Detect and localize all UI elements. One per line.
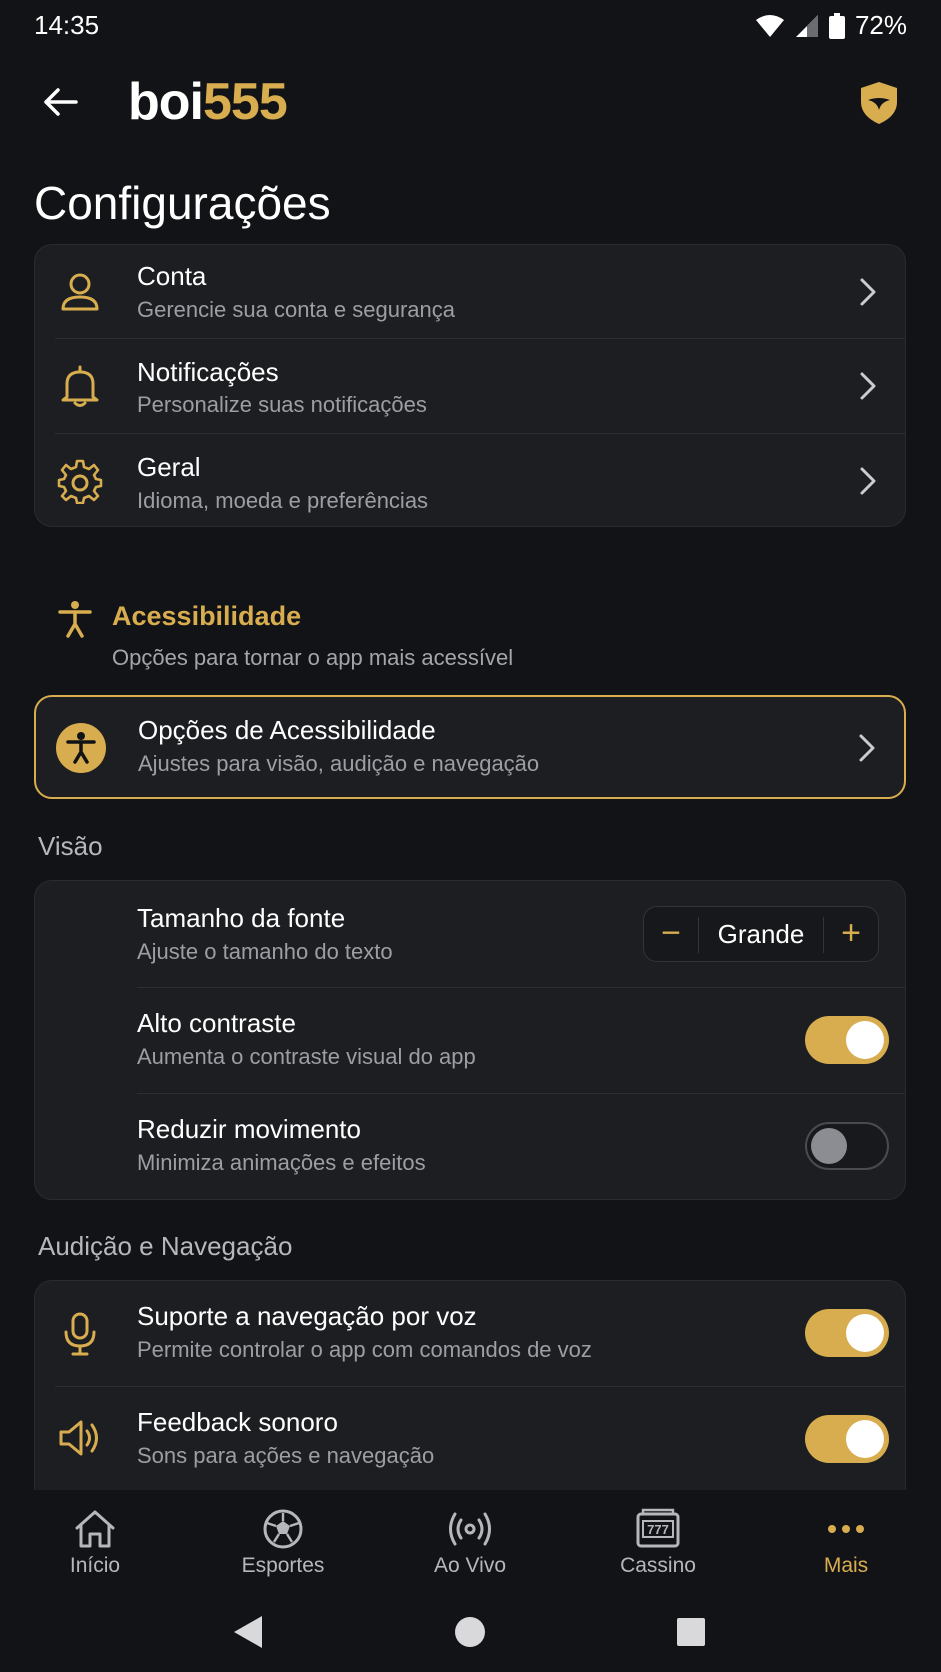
nav-label: Início (69, 1554, 121, 1577)
voice-nav-toggle[interactable] (805, 1309, 889, 1357)
soccer-ball-icon (263, 1509, 303, 1549)
accessibility-figure-icon (58, 601, 92, 638)
settings-item-subtitle: Idioma, moeda e preferências (137, 488, 429, 513)
nav-item-esportes[interactable]: Esportes (213, 1490, 353, 1578)
sound-feedback-title: Feedback sonoro (137, 1407, 338, 1437)
high-contrast-toggle[interactable] (805, 1016, 889, 1064)
gear-icon (57, 459, 103, 504)
font-size-increase-button[interactable]: + (824, 907, 878, 961)
font-size-stepper: − Grande + (643, 906, 879, 962)
high-contrast-row: Alto contraste Aumenta o contraste visua… (35, 988, 905, 1094)
vision-card: Tamanho da fonte Ajuste o tamanho do tex… (34, 880, 906, 1200)
nav-label: Cassino (620, 1554, 696, 1577)
nav-label: Ao Vivo (434, 1554, 506, 1577)
live-broadcast-icon (449, 1512, 491, 1546)
reduce-motion-toggle[interactable] (805, 1122, 889, 1170)
font-size-title: Tamanho da fonte (137, 903, 346, 933)
back-button[interactable] (40, 82, 80, 122)
shield-icon (861, 82, 897, 124)
speaker-icon (59, 1420, 98, 1456)
section-label-visao: Visão (38, 831, 103, 861)
page-title: Configurações (34, 177, 331, 229)
reduce-motion-row: Reduzir movimento Minimiza animações e e… (35, 1094, 905, 1199)
reduce-motion-title: Reduzir movimento (137, 1114, 361, 1144)
battery-icon (828, 12, 845, 39)
settings-item-conta[interactable]: Conta Gerencie sua conta e segurança (35, 245, 905, 339)
settings-item-subtitle: Gerencie sua conta e segurança (137, 297, 455, 322)
bell-icon (61, 365, 99, 407)
more-dots-icon (828, 1525, 864, 1533)
sound-feedback-toggle[interactable] (805, 1415, 889, 1463)
voice-nav-subtitle: Permite controlar o app com comandos de … (137, 1337, 592, 1362)
font-size-row: Tamanho da fonte Ajuste o tamanho do tex… (35, 881, 905, 988)
sound-feedback-row: Feedback sonoro Sons para ações e navega… (35, 1387, 905, 1490)
nav-item-ao-vivo[interactable]: Ao Vivo (400, 1490, 540, 1578)
bottom-nav: Início Esportes Ao Vivo 777 Cassino Mais (0, 1490, 941, 1590)
sound-feedback-subtitle: Sons para ações e navegação (137, 1443, 435, 1468)
chevron-right-icon (860, 372, 876, 400)
high-contrast-subtitle: Aumenta o contraste visual do app (137, 1044, 476, 1069)
accessibility-options-button[interactable]: Opções de Acessibilidade Ajustes para vi… (34, 695, 906, 799)
status-time: 14:35 (34, 10, 100, 40)
settings-item-title: Conta (137, 261, 207, 291)
battery-level: 72% (854, 10, 907, 40)
system-back-button[interactable] (232, 1614, 266, 1650)
nav-item-cassino[interactable]: 777 Cassino (588, 1490, 728, 1578)
user-icon (61, 273, 99, 311)
logo-text-555: 555 (202, 73, 288, 131)
section-label-audicao: Audição e Navegação (38, 1231, 293, 1261)
font-size-decrease-button[interactable]: − (644, 907, 698, 961)
accessibility-options-title: Opções de Acessibilidade (138, 715, 436, 745)
nav-label: Esportes (241, 1554, 325, 1577)
accessibility-options-subtitle: Ajustes para visão, audição e navegação (138, 751, 540, 776)
settings-card: Conta Gerencie sua conta e segurança Not… (34, 244, 906, 527)
nav-label: Mais (823, 1554, 869, 1577)
settings-item-notificacoes[interactable]: Notificações Personalize suas notificaçõ… (35, 339, 905, 434)
wifi-icon (755, 14, 784, 37)
voice-nav-row: Suporte a navegação por voz Permite cont… (35, 1281, 905, 1387)
high-contrast-title: Alto contraste (137, 1008, 296, 1038)
security-shield-button[interactable] (857, 80, 901, 126)
nav-item-inicio[interactable]: Início (25, 1490, 165, 1578)
system-home-button[interactable] (454, 1616, 486, 1648)
hearing-card: Suporte a navegação por voz Permite cont… (34, 1280, 906, 1490)
settings-item-title: Geral (137, 452, 201, 482)
status-icons: 72% (755, 10, 907, 41)
nav-item-mais[interactable]: Mais (776, 1490, 916, 1578)
chevron-right-icon (859, 734, 875, 762)
signal-icon (795, 14, 818, 37)
chevron-right-icon (860, 467, 876, 495)
logo-text-boi: boi (128, 73, 204, 131)
boi555-logo: boi555 (128, 72, 288, 132)
accessibility-heading: Acessibilidade (112, 601, 302, 631)
accessibility-icon (56, 723, 106, 773)
settings-item-title: Notificações (137, 357, 279, 387)
system-nav-bar (0, 1600, 941, 1672)
slot-machine-icon: 777 (636, 1508, 680, 1548)
svg-text:777: 777 (647, 1522, 669, 1537)
font-size-value: Grande (717, 919, 805, 949)
font-size-subtitle: Ajuste o tamanho do texto (137, 939, 393, 964)
voice-nav-title: Suporte a navegação por voz (137, 1301, 477, 1331)
settings-item-subtitle: Personalize suas notificações (137, 392, 427, 417)
settings-item-geral[interactable]: Geral Idioma, moeda e preferências (35, 434, 905, 526)
accessibility-description: Opções para tornar o app mais acessível (112, 645, 514, 670)
chevron-right-icon (860, 278, 876, 306)
microphone-icon (64, 1312, 96, 1356)
home-icon (75, 1510, 115, 1548)
system-recents-button[interactable] (676, 1617, 706, 1647)
reduce-motion-subtitle: Minimiza animações e efeitos (137, 1150, 426, 1175)
arrow-left-icon (44, 88, 78, 116)
